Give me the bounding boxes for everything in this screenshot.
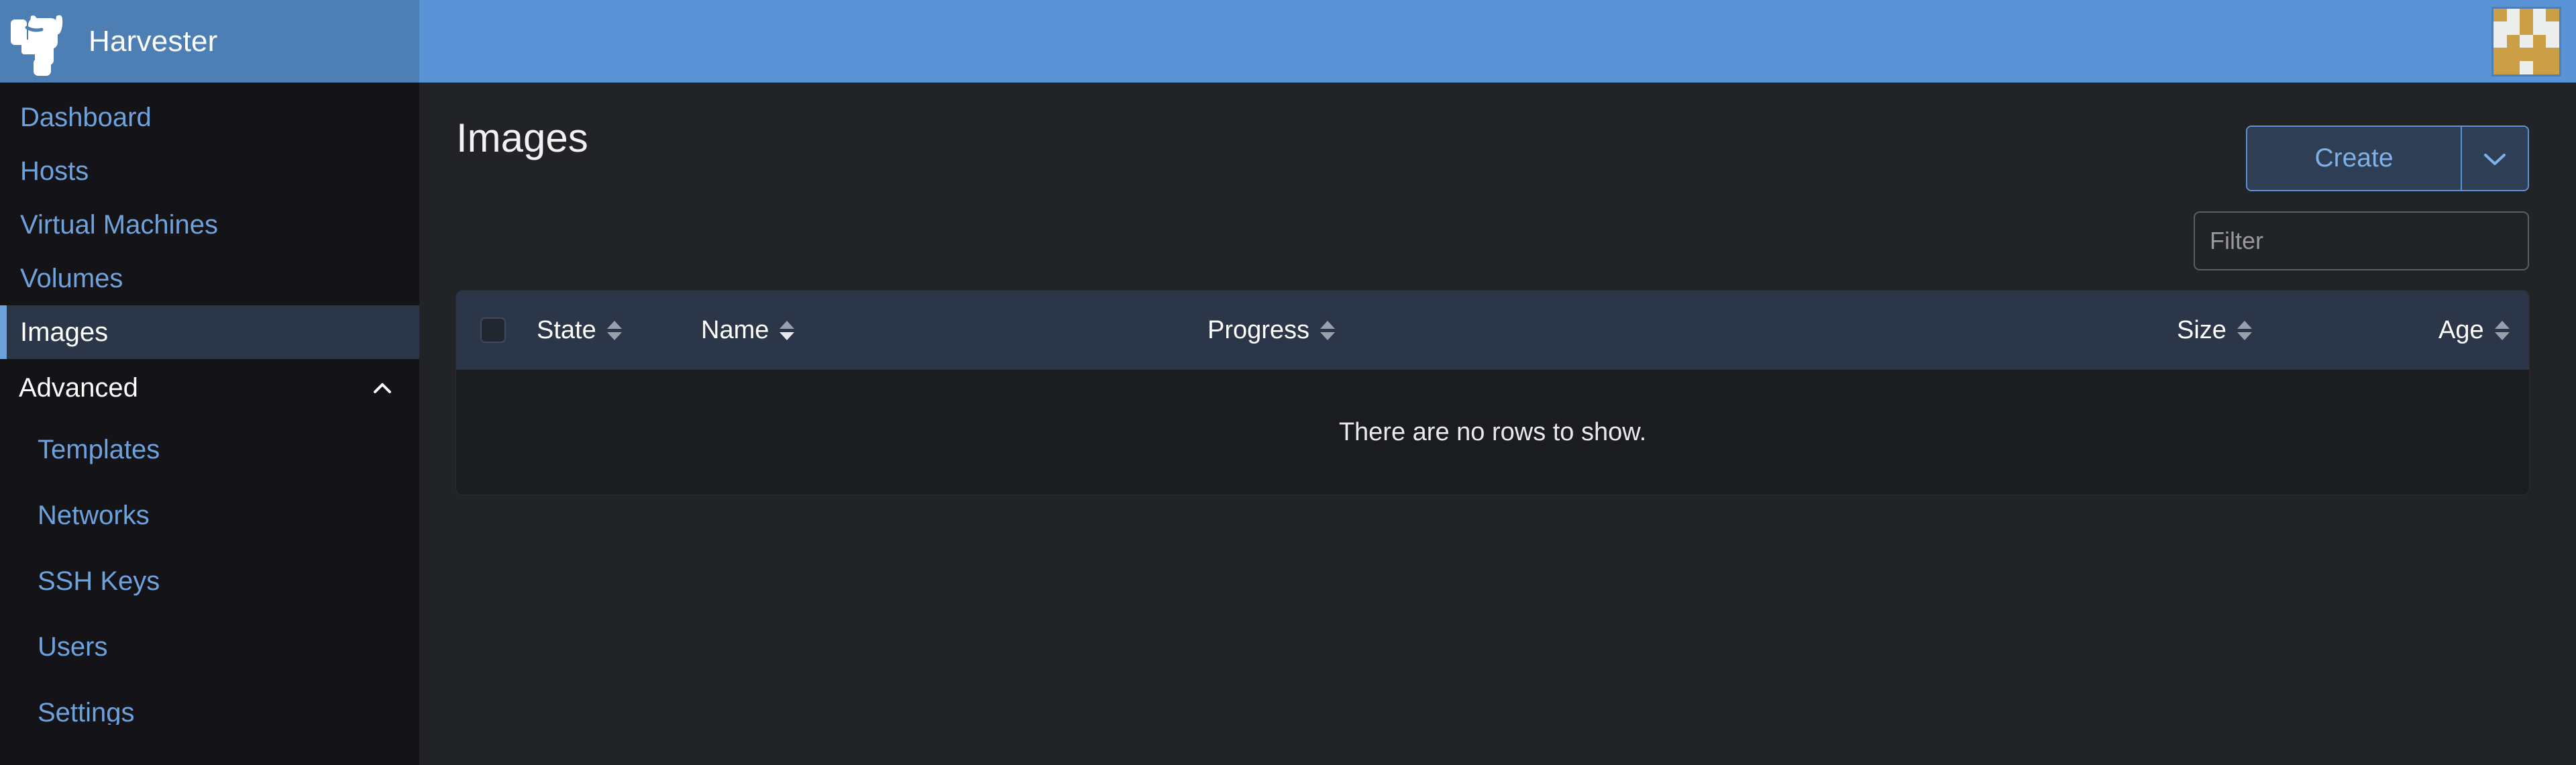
sidebar: Harvester Dashboard Hosts Virtual Machin…	[0, 0, 419, 765]
user-identicon-avatar[interactable]	[2491, 6, 2561, 76]
page-header-row: Images Create	[456, 83, 2529, 191]
sidebar-item-ssh-keys[interactable]: SSH Keys	[0, 548, 419, 614]
sort-arrows-icon	[2493, 320, 2511, 340]
create-dropdown-button[interactable]	[2461, 127, 2528, 190]
sidebar-item-label: Virtual Machines	[20, 209, 218, 240]
sort-arrows-icon	[2236, 320, 2253, 340]
column-header-name[interactable]: Name	[701, 316, 796, 345]
column-header-progress[interactable]: Progress	[1208, 316, 1336, 345]
sort-arrows-icon	[778, 320, 796, 340]
select-all-checkbox[interactable]	[480, 317, 506, 343]
page-content: Images Create Filter State Name Progress…	[419, 83, 2576, 765]
column-header-size[interactable]: Size	[2177, 316, 2253, 345]
sidebar-item-volumes[interactable]: Volumes	[0, 252, 419, 305]
sidebar-nav: Dashboard Hosts Virtual Machines Volumes…	[0, 83, 419, 746]
sidebar-item-label: Users	[38, 631, 108, 662]
filter-input[interactable]	[2194, 211, 2529, 270]
sidebar-item-label: Networks	[38, 500, 150, 530]
column-header-age[interactable]: Age	[2438, 316, 2511, 345]
sidebar-item-label: Volumes	[20, 263, 123, 293]
main-area: Images Create Filter State Name Progress…	[419, 0, 2576, 765]
top-header-bar	[419, 0, 2576, 83]
table-body: There are no rows to show.	[456, 370, 2529, 495]
sort-arrows-icon	[606, 320, 623, 340]
brand-title: Harvester	[89, 24, 218, 58]
sidebar-item-hosts[interactable]: Hosts	[0, 144, 419, 198]
chevron-down-icon	[2483, 152, 2507, 165]
checkbox-unchecked-icon	[480, 317, 506, 343]
chevron-up-icon	[371, 376, 394, 399]
sidebar-item-label: SSH Keys	[38, 566, 160, 596]
sidebar-item-users[interactable]: Users	[0, 614, 419, 680]
sidebar-bottom-filler	[0, 725, 419, 765]
create-button[interactable]: Create	[2247, 127, 2461, 190]
column-label: Age	[2438, 315, 2484, 344]
column-label: Size	[2177, 315, 2226, 344]
create-button-group: Create	[2246, 125, 2529, 191]
sidebar-item-networks[interactable]: Networks	[0, 482, 419, 548]
harvester-app-window: Harvester Dashboard Hosts Virtual Machin…	[0, 0, 2576, 765]
sort-arrows-icon	[1319, 320, 1336, 340]
sidebar-item-label: Images	[20, 317, 109, 347]
column-label: Progress	[1208, 315, 1310, 344]
column-label: Name	[701, 315, 769, 344]
sidebar-item-virtual-machines[interactable]: Virtual Machines	[0, 198, 419, 252]
sidebar-item-label: Hosts	[20, 156, 89, 186]
sidebar-item-dashboard[interactable]: Dashboard	[0, 91, 419, 144]
sidebar-item-label: Dashboard	[20, 102, 152, 132]
sidebar-item-templates[interactable]: Templates	[0, 417, 419, 482]
images-table: State Name Progress Size Age There are n…	[456, 291, 2529, 495]
table-header-row: State Name Progress Size Age	[456, 291, 2529, 370]
column-header-state[interactable]: State	[537, 316, 623, 345]
sidebar-group-label: Advanced	[19, 372, 138, 403]
brand-header[interactable]: Harvester	[0, 0, 419, 83]
sidebar-item-label: Templates	[38, 434, 160, 464]
filter-row	[456, 211, 2529, 270]
empty-state-message: There are no rows to show.	[1338, 417, 1647, 446]
sidebar-item-images[interactable]: Images	[0, 305, 419, 359]
harvester-bull-logo-icon	[1, 5, 80, 79]
sidebar-item-label: Settings	[38, 697, 135, 727]
column-label: State	[537, 315, 596, 344]
sidebar-group-advanced[interactable]: Advanced	[0, 359, 419, 417]
page-title: Images	[456, 115, 588, 160]
